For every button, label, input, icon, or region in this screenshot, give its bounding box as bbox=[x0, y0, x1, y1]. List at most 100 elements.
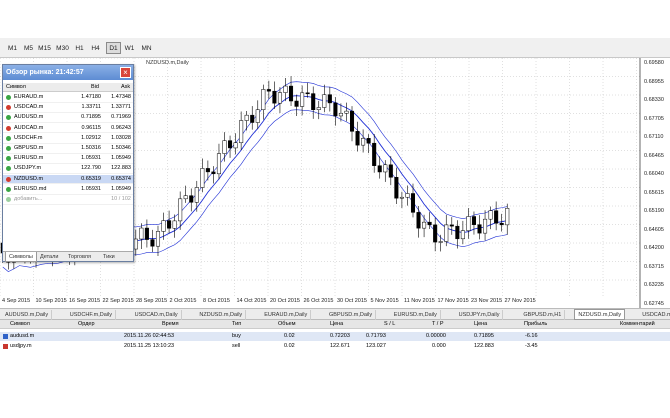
symbol-count: 10 / 102 bbox=[111, 196, 131, 202]
candle-body bbox=[449, 224, 454, 227]
tf-d1-button[interactable]: D1 bbox=[106, 42, 121, 54]
order-time: 2015.11.26 02:44:53 bbox=[124, 333, 175, 339]
market-watch-row[interactable]: EURAUD.m 1.47180 1.47348 bbox=[3, 93, 133, 103]
symbol-name: GBPUSD.m bbox=[14, 145, 44, 151]
chart-tab[interactable]: EURAUD.m,Daily bbox=[261, 310, 312, 320]
candle-body bbox=[200, 168, 205, 188]
price-tick-label: 0.62745 bbox=[644, 300, 664, 307]
order-row[interactable]: usdjpy.m 2015.11.25 13:10:23 sell 0.02 1… bbox=[0, 342, 670, 351]
candle-body bbox=[300, 92, 305, 107]
add-symbol-row[interactable]: добавить... 10 / 102 bbox=[3, 195, 133, 205]
candle-body bbox=[460, 230, 465, 240]
bid-price: 0.96115 bbox=[81, 124, 101, 131]
candle-body bbox=[194, 187, 199, 203]
bid-price: 1.02912 bbox=[81, 134, 101, 141]
col-cur-price: Цена bbox=[474, 321, 488, 327]
tf-m1-button[interactable]: M1 bbox=[5, 42, 20, 54]
candle-body bbox=[477, 224, 482, 234]
order-sl: 123.027 bbox=[366, 343, 386, 349]
market-watch-row[interactable]: NZDUSD.m 0.65319 0.65374 bbox=[3, 174, 133, 185]
order-type: sell bbox=[232, 343, 241, 349]
market-watch-row[interactable]: AUDUSD.m 0.71895 0.71969 bbox=[3, 113, 133, 124]
bid-price: 1.33711 bbox=[81, 104, 101, 111]
candle-body bbox=[167, 220, 172, 229]
candle-body bbox=[233, 142, 238, 149]
tab-ticks[interactable]: Тики bbox=[100, 252, 118, 262]
chart-tab[interactable]: USDCAD.m,Daily bbox=[132, 310, 182, 320]
price-tick-label: 0.68330 bbox=[644, 97, 664, 103]
candle-body bbox=[222, 140, 227, 154]
candle-body bbox=[139, 227, 144, 240]
up-arrow-icon bbox=[6, 156, 11, 162]
up-arrow-icon bbox=[6, 186, 11, 192]
symbol-name: USDJPY.m bbox=[14, 165, 42, 172]
ask-price: 1.50346 bbox=[111, 145, 131, 151]
tf-h4-button[interactable]: H4 bbox=[88, 42, 103, 54]
date-tick-label: 16 Sep 2015 bbox=[69, 298, 101, 304]
date-tick-label: 28 Sep 2015 bbox=[136, 298, 168, 304]
candle-body bbox=[178, 198, 183, 222]
symbol-name: AUDUSD.m bbox=[14, 114, 44, 121]
tf-w1-button[interactable]: W1 bbox=[122, 42, 137, 54]
tab-symbols[interactable]: Символы bbox=[5, 252, 37, 262]
chart-tab[interactable]: GBPUSD.m,Daily bbox=[326, 310, 377, 320]
market-watch-window[interactable]: Обзор рынка: 21:42:57 × Символ Bid Ask E… bbox=[2, 64, 134, 262]
date-tick-label: 26 Oct 2015 bbox=[303, 298, 334, 304]
up-arrow-icon bbox=[6, 146, 11, 151]
chart-tabs: AUDUSD.m,Daily USDCHF.m,Daily USDCAD.m,Dai… bbox=[0, 308, 670, 320]
candle-body bbox=[455, 225, 460, 240]
candle-body bbox=[466, 216, 471, 231]
candle-body bbox=[327, 94, 332, 104]
order-profit: -3.45 bbox=[525, 343, 538, 349]
market-watch-row[interactable]: USDJPY.m 122.790 122.883 bbox=[3, 164, 133, 175]
chart-tab[interactable]: AUDUSD.m,Daily bbox=[2, 310, 53, 320]
bid-price: 0.65319 bbox=[81, 175, 101, 182]
candle-body bbox=[316, 107, 321, 110]
candle-body bbox=[322, 94, 327, 108]
chart-tab[interactable]: USDCHF.m,Daily bbox=[67, 310, 116, 320]
candle-body bbox=[410, 193, 416, 213]
chart-tab[interactable]: EURUSD.m,Daily bbox=[391, 310, 441, 320]
mw-col-ask: Ask bbox=[121, 84, 131, 90]
market-watch-row[interactable]: USDCHF.m 1.02912 1.03028 bbox=[3, 134, 133, 144]
tf-h1-button[interactable]: H1 bbox=[72, 42, 87, 54]
col-profit: Прибыль bbox=[524, 321, 548, 327]
tf-m30-button[interactable]: M30 bbox=[55, 42, 70, 54]
market-watch-title[interactable]: Обзор рынка: 21:42:57 bbox=[3, 65, 133, 80]
candle-body bbox=[499, 222, 504, 226]
close-icon[interactable]: × bbox=[120, 67, 131, 78]
candle-body bbox=[399, 196, 404, 199]
col-time: Время bbox=[162, 321, 179, 327]
candle-body bbox=[405, 193, 410, 198]
chart-tab[interactable]: NZDUSD.m,Daily bbox=[196, 310, 247, 320]
tf-m5-button[interactable]: M5 bbox=[21, 42, 36, 54]
tab-trading[interactable]: Торговля bbox=[65, 252, 94, 262]
date-tick-label: 11 Nov 2015 bbox=[404, 298, 435, 304]
candle-body bbox=[416, 212, 421, 229]
tab-details[interactable]: Детали bbox=[37, 252, 61, 262]
symbol-name: EURUSD.md bbox=[14, 185, 47, 192]
chart-tab[interactable]: NZDUSD.m,Daily bbox=[574, 309, 626, 320]
col-type: Тип bbox=[232, 321, 242, 327]
orders-header: Символ Ордер Время Тип Объем Цена S / L … bbox=[0, 320, 670, 329]
up-arrow-icon bbox=[6, 95, 11, 100]
mw-col-bid: Bid bbox=[91, 84, 99, 90]
chart-tab[interactable]: USDJPY.m,Daily bbox=[456, 310, 504, 320]
chart-tab[interactable]: USDCAD.m,Daily bbox=[639, 310, 670, 320]
candle-body bbox=[289, 85, 294, 102]
candle-body bbox=[349, 110, 355, 132]
symbol-name: USDCHF.m bbox=[14, 134, 43, 141]
candle-body bbox=[155, 231, 161, 247]
price-tick-label: 0.67110 bbox=[644, 134, 664, 140]
tf-mn-button[interactable]: MN bbox=[139, 42, 154, 54]
market-watch-row[interactable]: GBPUSD.m 1.50316 1.50346 bbox=[3, 144, 133, 154]
chart-tab[interactable]: GBPUSD.m,H1 bbox=[520, 310, 566, 320]
market-watch-row[interactable]: EURUSD.md 1.05931 1.05949 bbox=[3, 185, 133, 195]
market-watch-row[interactable]: AUDCAD.m 0.96115 0.96243 bbox=[3, 124, 133, 134]
candle-body bbox=[294, 100, 299, 107]
market-watch-row[interactable]: USDCAD.m 1.33711 1.33771 bbox=[3, 103, 133, 113]
candle-body bbox=[422, 221, 427, 229]
order-row[interactable]: audusd.m 2015.11.26 02:44:53 buy 0.02 0.… bbox=[0, 332, 670, 341]
tf-m15-button[interactable]: M15 bbox=[37, 42, 52, 54]
market-watch-row[interactable]: EURUSD.m 1.05931 1.05949 bbox=[3, 154, 133, 164]
